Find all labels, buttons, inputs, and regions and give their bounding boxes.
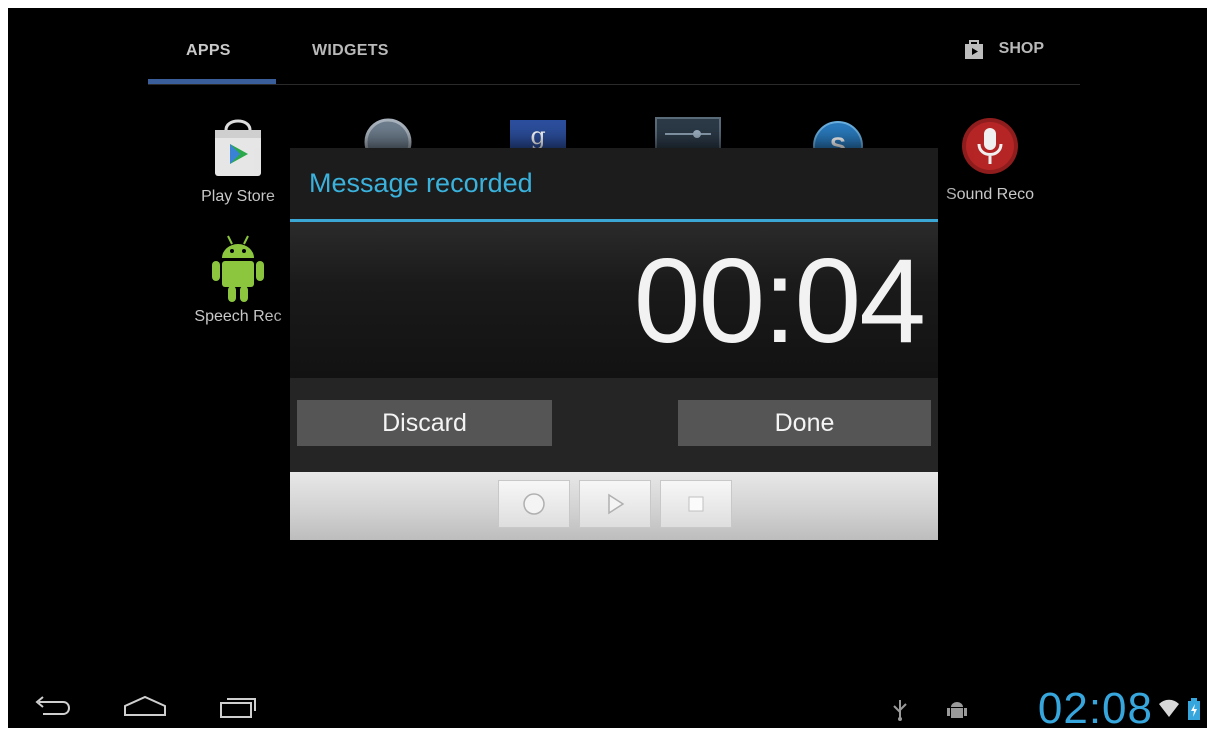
- shop-icon: [964, 40, 983, 59]
- message-recorded-dialog: Message recorded 00:04 Discard Done: [290, 148, 938, 540]
- shop-button[interactable]: SHOP: [963, 38, 1044, 60]
- back-icon: [35, 696, 70, 715]
- svg-text:g: g: [530, 122, 545, 150]
- shop-label: SHOP: [998, 40, 1044, 57]
- timer-display: 00:04: [290, 222, 938, 378]
- battery-icon: [1188, 698, 1200, 720]
- playback-controls: [290, 472, 938, 540]
- home-button[interactable]: [120, 692, 170, 722]
- recent-apps-icon: [220, 698, 256, 718]
- app-label: Sound Reco: [945, 186, 1035, 203]
- app-play-store[interactable]: Play Store: [178, 114, 298, 206]
- record-icon: [523, 493, 545, 515]
- app-speech-recorder[interactable]: Speech Rec: [178, 234, 298, 326]
- screen: APPS WIDGETS SHOP Play Store g S Sound R…: [8, 8, 1207, 728]
- app-skype[interactable]: S: [778, 116, 898, 152]
- android-debug-icon: [947, 702, 967, 718]
- usb-icon: [893, 700, 907, 721]
- play-icon: [608, 493, 625, 515]
- tab-selected-indicator: [148, 79, 276, 84]
- home-icon: [124, 695, 166, 716]
- stop-icon: [688, 496, 704, 512]
- done-button[interactable]: Done: [678, 400, 931, 446]
- discard-button[interactable]: Discard: [297, 400, 552, 446]
- dialog-title: Message recorded: [309, 168, 533, 198]
- play-button[interactable]: [579, 480, 651, 528]
- app-sound-recorder[interactable]: Sound Reco: [930, 116, 1050, 204]
- stop-button[interactable]: [660, 480, 732, 528]
- tab-apps[interactable]: APPS: [186, 42, 231, 60]
- skype-icon: S: [813, 121, 863, 152]
- recent-apps-button[interactable]: [212, 692, 262, 722]
- wifi-icon: [1159, 699, 1179, 717]
- app-drawer-tabbar: APPS WIDGETS SHOP: [148, 8, 1080, 85]
- dialog-button-row: Discard Done: [290, 378, 938, 472]
- play-store-icon: [215, 119, 261, 176]
- recording-timer: 00:04: [633, 234, 926, 368]
- back-button[interactable]: [28, 692, 78, 722]
- status-clock: 02:08: [1037, 684, 1153, 728]
- app-label: Speech Rec: [194, 308, 282, 325]
- android-icon: [212, 235, 264, 302]
- microphone-icon: [962, 118, 1018, 174]
- app-label: Play Store: [201, 188, 275, 205]
- tab-widgets[interactable]: WIDGETS: [312, 42, 389, 60]
- record-button[interactable]: [498, 480, 570, 528]
